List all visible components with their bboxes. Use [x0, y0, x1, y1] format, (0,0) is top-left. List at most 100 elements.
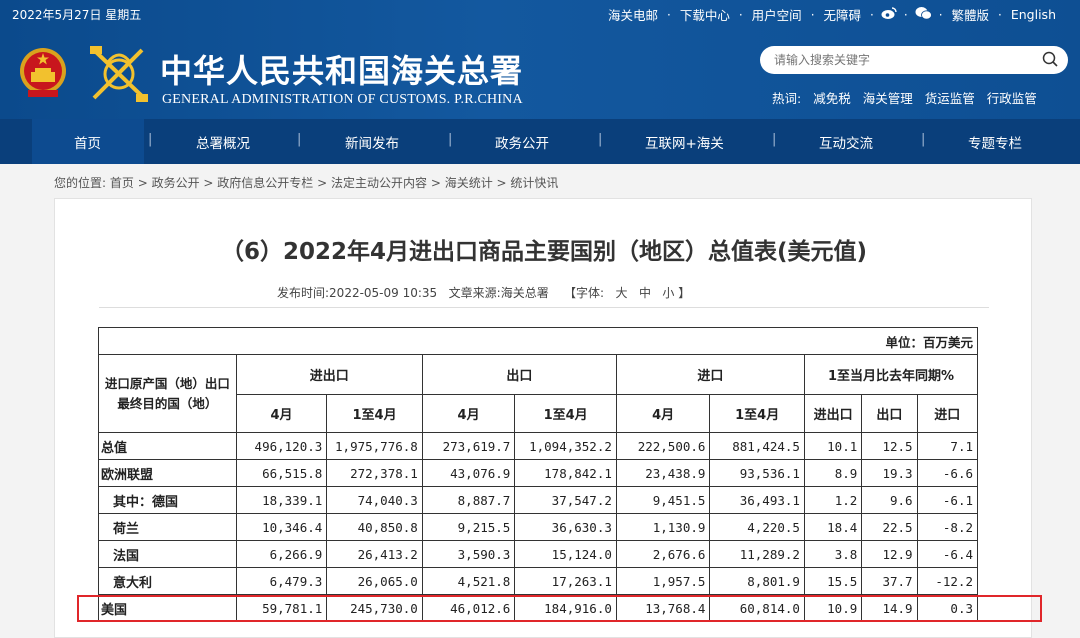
table-cell: 8,887.7 — [421, 486, 516, 514]
search-box — [760, 46, 1068, 74]
breadcrumb-item[interactable]: 海关统计 — [445, 176, 493, 190]
row-name: 欧洲联盟 — [98, 459, 237, 487]
hot-word-item[interactable]: 行政监管 — [987, 88, 1037, 107]
row-name: 其中：德国 — [98, 486, 237, 514]
table-cell: 40,850.8 — [326, 513, 423, 541]
divider — [99, 307, 989, 308]
table-cell: 8.9 — [803, 459, 863, 487]
table-cell: 1,957.5 — [615, 567, 711, 595]
table-cell: 17,263.1 — [514, 567, 617, 595]
link-email[interactable]: 海关电邮 — [602, 5, 664, 24]
breadcrumb-item[interactable]: 统计快讯 — [510, 176, 558, 190]
table-cell: 23,438.9 — [615, 459, 711, 487]
table-cell: 18,339.1 — [235, 486, 328, 514]
table-cell: 66,515.8 — [235, 459, 328, 487]
main-nav: 首页 | 总署概况 | 新闻发布 | 政务公开 | 互联网+海关 | 互动交流 … — [0, 119, 1080, 164]
table-cell: 6,479.3 — [235, 567, 328, 595]
nav-item-home[interactable]: 首页 — [74, 132, 101, 152]
article-title: （6）2022年4月进出口商品主要国别（地区）总值表(美元值) — [220, 239, 868, 265]
table-cell: 22.5 — [861, 513, 918, 541]
table-cell: 74,040.3 — [326, 486, 423, 514]
table-cell: 272,378.1 — [326, 459, 423, 487]
table-cell: 178,842.1 — [514, 459, 617, 487]
table-cell: 18.4 — [803, 513, 863, 541]
row-name: 意大利 — [98, 567, 237, 595]
search-input[interactable] — [774, 51, 1034, 69]
breadcrumb-item[interactable]: 法定主动公开内容 — [331, 176, 427, 190]
source-value: 海关总署 — [500, 286, 549, 300]
table-cell: 93,536.1 — [709, 459, 805, 487]
breadcrumb: 您的位置: 首页 > 政务公开 > 政府信息公开专栏 > 法定主动公开内容 > … — [54, 176, 559, 190]
table-cell: 36,630.3 — [514, 513, 617, 541]
table-cell: 37,547.2 — [514, 486, 617, 514]
table-cell: 9,215.5 — [421, 513, 516, 541]
table-cell: 222,500.6 — [615, 432, 711, 460]
font-size-large[interactable]: 大 — [615, 286, 627, 300]
table-cell: 37.7 — [861, 567, 918, 595]
table-cell: 4,521.8 — [421, 567, 516, 595]
sub-header: 4月 — [235, 394, 328, 433]
table-row: 总值 496,120.3 1,975,776.8 273,619.7 1,094,352… — [98, 432, 979, 460]
top-bar: 2022年5月27日 星期五 海关电邮 · 下载中心 · 用户空间 · 无障碍 · · … — [0, 0, 1080, 28]
font-size-medium[interactable]: 中 — [639, 286, 651, 300]
hot-word-item[interactable]: 海关管理 — [863, 88, 913, 107]
nav-item-overview[interactable]: 总署概况 — [196, 132, 250, 152]
group-header: 出口 — [421, 354, 617, 395]
weibo-icon[interactable] — [877, 6, 901, 24]
table-cell: 10,346.4 — [235, 513, 328, 541]
row-name: 荷兰 — [98, 513, 237, 541]
hot-word-item[interactable]: 减免税 — [813, 88, 851, 107]
table-unit: 单位：百万美元 — [98, 327, 978, 355]
table-cell: 26,065.0 — [326, 567, 423, 595]
wechat-icon[interactable] — [911, 6, 936, 24]
table-row: 欧洲联盟 66,515.8 272,378.1 43,076.9 178,842.1 23… — [98, 459, 979, 487]
nav-item-internet-customs[interactable]: 互联网+海关 — [645, 132, 724, 152]
breadcrumb-item[interactable]: 政务公开 — [152, 176, 200, 190]
table-cell: 36,493.1 — [709, 486, 805, 514]
group-header: 1至当月比去年同期% — [803, 354, 979, 395]
sub-header: 1至4月 — [709, 394, 805, 433]
table-cell: 4,220.5 — [709, 513, 805, 541]
link-english[interactable]: English — [1005, 7, 1062, 22]
link-accessibility[interactable]: 无障碍 — [818, 5, 868, 24]
hot-word-item[interactable]: 货运监管 — [925, 88, 975, 107]
group-header: 进出口 — [235, 354, 423, 395]
nav-item-special[interactable]: 专题专栏 — [968, 132, 1022, 152]
table-cell: 3,590.3 — [421, 540, 516, 568]
group-header: 进口 — [615, 354, 805, 395]
table-cell: 15,124.0 — [514, 540, 617, 568]
font-size-close: 】 — [678, 286, 691, 300]
table-cell: -6.1 — [916, 486, 979, 514]
table-cell: 1,975,776.8 — [326, 432, 423, 460]
font-size-small[interactable]: 小 — [662, 286, 674, 300]
table-cell: 15.5 — [803, 567, 863, 595]
table-cell: 6,266.9 — [235, 540, 328, 568]
stats-table-wrapper: 单位：百万美元 进口原产国（地）出口最终目的国（地） 进出口 出口 进口 1至当… — [98, 327, 979, 622]
search-icon[interactable] — [1042, 51, 1058, 67]
link-user-space[interactable]: 用户空间 — [746, 5, 808, 24]
table-cell: -8.2 — [916, 513, 979, 541]
table-cell: 7.1 — [916, 432, 979, 460]
stats-table: 单位：百万美元 进口原产国（地）出口最终目的国（地） 进出口 出口 进口 1至当… — [98, 327, 979, 622]
sub-header: 4月 — [615, 394, 711, 433]
site-title: 中华人民共和国海关总署 — [160, 52, 524, 90]
breadcrumb-item[interactable]: 政府信息公开专栏 — [217, 176, 313, 190]
table-cell: 3.8 — [803, 540, 863, 568]
table-cell: 1,130.9 — [615, 513, 711, 541]
article-panel: （6）2022年4月进出口商品主要国别（地区）总值表(美元值) 发布时间:202… — [54, 198, 1032, 638]
table-row: 意大利 6,479.3 26,065.0 4,521.8 17,263.1 1,957.5… — [98, 567, 979, 595]
nav-item-news[interactable]: 新闻发布 — [345, 132, 399, 152]
nav-item-interaction[interactable]: 互动交流 — [819, 132, 873, 152]
table-cell: 11,289.2 — [709, 540, 805, 568]
table-row: 法国 6,266.9 26,413.2 3,590.3 15,124.0 2,676.6 1… — [98, 540, 979, 568]
table-cell: 2,676.6 — [615, 540, 711, 568]
top-links: 海关电邮 · 下载中心 · 用户空间 · 无障碍 · · · 繁體版 · English — [602, 5, 1062, 24]
nav-item-gov-affairs[interactable]: 政务公开 — [495, 132, 549, 152]
national-emblem-icon — [20, 48, 66, 97]
link-traditional[interactable]: 繁體版 — [946, 5, 996, 24]
table-cell: 19.3 — [861, 459, 918, 487]
row-name: 总值 — [98, 432, 237, 460]
breadcrumb-item[interactable]: 首页 — [110, 176, 134, 190]
link-download[interactable]: 下载中心 — [674, 5, 736, 24]
table-cell: -6.6 — [916, 459, 979, 487]
